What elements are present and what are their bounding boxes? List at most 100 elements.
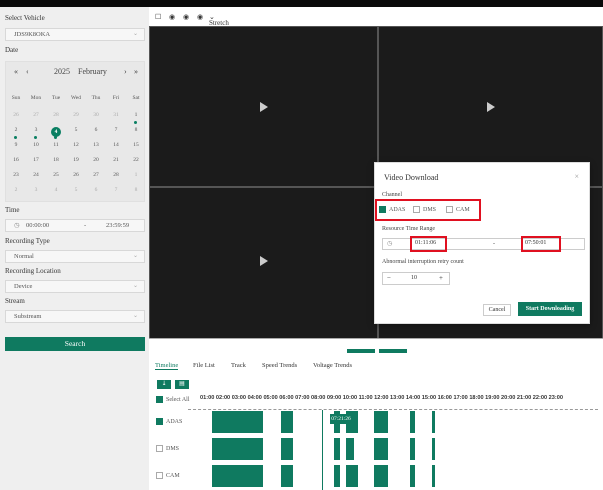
calendar-day[interactable]: 5 [66, 127, 86, 133]
calendar-day[interactable]: 13 [86, 142, 106, 148]
next-month-icon[interactable]: › [124, 67, 127, 76]
timeline-segment[interactable] [237, 411, 263, 433]
tab-speed-trends[interactable]: Speed Trends [262, 362, 297, 369]
prev-month-icon[interactable]: ‹ [26, 67, 29, 76]
retry-stepper[interactable]: − 10 + [382, 272, 450, 285]
calendar-day[interactable]: 27 [26, 112, 46, 118]
calendar-day[interactable]: 30 [86, 112, 106, 118]
timeline-segment[interactable] [410, 411, 415, 433]
calendar-day[interactable]: 7 [106, 187, 126, 193]
calendar-day[interactable]: 28 [106, 172, 126, 178]
timeline-segment[interactable] [212, 411, 240, 433]
cam-checkbox[interactable] [156, 472, 163, 479]
dialog-channel-cam[interactable]: CAM [446, 206, 470, 213]
stream-select[interactable]: Substream ⌄ [5, 310, 145, 323]
timeline-segment[interactable] [410, 438, 415, 460]
vehicle-select[interactable]: JDS9K8OKA ⌄ [5, 28, 145, 41]
calendar-day[interactable]: 6 [86, 127, 106, 133]
calendar-day[interactable]: 27 [86, 172, 106, 178]
calendar-day[interactable]: 7 [106, 127, 126, 133]
select-all-row[interactable]: Select All [156, 396, 190, 403]
calendar-day[interactable]: 2 [6, 187, 26, 193]
play-icon[interactable] [260, 102, 268, 112]
calendar-day[interactable]: 2 [6, 127, 26, 133]
tab-file-list[interactable]: File List [193, 362, 215, 369]
dialog-channel-dms[interactable]: DMS [413, 206, 436, 213]
calendar-day[interactable]: 26 [66, 172, 86, 178]
timeline-segment[interactable] [432, 438, 435, 460]
calendar-day[interactable]: 1 [126, 112, 146, 118]
tab-timeline[interactable]: Timeline [155, 362, 179, 370]
timeline-segment[interactable] [334, 465, 340, 487]
play-icon[interactable] [487, 102, 495, 112]
timeline-segment[interactable] [374, 411, 388, 433]
calendar-day[interactable]: 9 [6, 142, 26, 148]
timeline-segment[interactable] [374, 465, 388, 487]
calendar-day[interactable]: 17 [26, 157, 46, 163]
calendar-day[interactable]: 8 [126, 187, 146, 193]
calendar-day[interactable]: 19 [66, 157, 86, 163]
cam-checkbox[interactable] [446, 206, 453, 213]
stretch-select[interactable]: Stretch ⌄ [209, 13, 229, 27]
collapse-down-handle[interactable] [379, 349, 407, 353]
plus-icon[interactable]: + [439, 273, 443, 284]
calendar-day[interactable]: 21 [106, 157, 126, 163]
timeline-cursor[interactable] [322, 410, 323, 490]
timeline-segment[interactable] [432, 465, 435, 487]
calendar-day[interactable]: 12 [66, 142, 86, 148]
video-pane-3[interactable] [149, 187, 378, 339]
grid-four-icon[interactable]: ◉ [183, 13, 189, 21]
tab-voltage-trends[interactable]: Voltage Trends [313, 362, 352, 369]
timeline-segment[interactable] [334, 438, 340, 460]
calendar-day[interactable]: 5 [66, 187, 86, 193]
calendar-day[interactable]: 26 [6, 112, 26, 118]
search-button[interactable]: Search [5, 337, 145, 351]
tab-track[interactable]: Track [231, 362, 246, 369]
next-year-icon[interactable]: » [134, 67, 138, 76]
range-end[interactable]: 07:50:01 [525, 240, 546, 246]
time-range-picker[interactable]: ◷ 00:00:00 - 23:59:59 [5, 219, 145, 232]
adas-checkbox[interactable] [379, 206, 386, 213]
calendar-day[interactable]: 3 [26, 127, 46, 133]
calendar-day[interactable]: 18 [46, 157, 66, 163]
calendar-day[interactable]: 20 [86, 157, 106, 163]
timeline-segment[interactable] [346, 465, 358, 487]
timeline-segment[interactable] [237, 438, 263, 460]
calendar-day[interactable]: 1 [126, 172, 146, 178]
recording-type-select[interactable]: Normal ⌄ [5, 250, 145, 263]
timeline-segment[interactable] [374, 438, 388, 460]
calendar-day[interactable]: 3 [26, 187, 46, 193]
calendar-day[interactable]: 4 [46, 187, 66, 193]
download-icon[interactable]: ⤓ [157, 380, 171, 389]
calendar-day[interactable]: 22 [126, 157, 146, 163]
calendar-day[interactable]: 29 [66, 112, 86, 118]
channel-row-adas[interactable]: ADAS [156, 418, 182, 425]
calendar-day[interactable]: 28 [46, 112, 66, 118]
cancel-button[interactable]: Cancel [483, 304, 511, 316]
prev-year-icon[interactable]: « [14, 67, 18, 76]
minus-icon[interactable]: − [387, 273, 391, 284]
square-icon[interactable]: ☐ [155, 13, 161, 21]
calendar-day[interactable]: 16 [6, 157, 26, 163]
calendar-day[interactable]: 10 [26, 142, 46, 148]
calendar-day[interactable]: 6 [86, 187, 106, 193]
calendar-day[interactable]: 31 [106, 112, 126, 118]
calendar-day[interactable]: 25 [46, 172, 66, 178]
folder-icon[interactable]: ▤ [175, 380, 189, 389]
video-pane-1[interactable] [149, 26, 378, 187]
grid-icon[interactable]: ◉ [169, 13, 175, 21]
calendar-day[interactable]: 11 [46, 142, 66, 148]
select-all-checkbox[interactable] [156, 396, 163, 403]
collapse-up-handle[interactable] [347, 349, 375, 353]
calendar-day[interactable]: 14 [106, 142, 126, 148]
grid-nine-icon[interactable]: ◉ [197, 13, 203, 21]
channel-row-dms[interactable]: DMS [156, 445, 179, 452]
dms-checkbox[interactable] [413, 206, 420, 213]
calendar-day[interactable]: 15 [126, 142, 146, 148]
calendar-day[interactable]: 8 [126, 127, 146, 133]
start-downloading-button[interactable]: Start Downloading [518, 302, 582, 316]
adas-checkbox[interactable] [156, 418, 163, 425]
timeline-segment[interactable] [281, 438, 293, 460]
close-icon[interactable]: × [574, 172, 579, 181]
timeline-segment[interactable] [237, 465, 263, 487]
